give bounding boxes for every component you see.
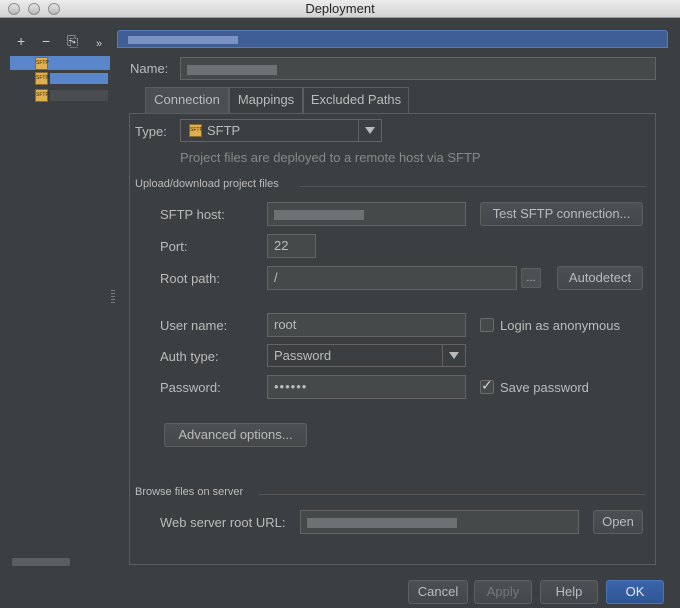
server-list-item[interactable]: SFTP [10,71,110,86]
type-label: Type: [135,124,167,139]
window-title: Deployment [305,1,375,16]
type-dropdown[interactable]: SFTP SFTP [180,119,382,142]
user-name-label: User name: [160,318,228,333]
sftp-host-label: SFTP host: [160,207,225,222]
auth-type-dropdown[interactable]: Password [267,344,466,367]
section-divider [300,186,646,187]
help-button[interactable]: Help [540,580,598,604]
type-value: SFTP [207,123,241,138]
login-anonymous-label: Login as anonymous [500,318,620,333]
upload-section-title: Upload/download project files [135,178,279,190]
type-description: Project files are deployed to a remote h… [180,150,481,165]
name-label: Name: [130,61,169,76]
add-icon[interactable]: + [17,34,25,48]
password-field[interactable]: •••••• [267,375,466,399]
copy-icon[interactable]: ⎘ [67,34,78,48]
tab-excluded-paths[interactable]: Excluded Paths [303,87,409,113]
sftp-server-icon: SFTP [35,89,49,102]
port-label: Port: [160,239,188,254]
chevron-down-icon [442,345,465,366]
autodetect-button[interactable]: Autodetect [557,266,643,290]
window-titlebar: Deployment [0,0,680,18]
browse-root-path-button[interactable]: ... [521,268,541,288]
password-label: Password: [160,380,221,395]
horizontal-scrollbar[interactable] [12,558,70,566]
sftp-server-icon: SFTP [35,57,49,70]
tab-connection[interactable]: Connection [145,87,229,113]
save-password-checkbox[interactable] [480,377,494,394]
server-list[interactable]: SFTP SFTP SFTP [10,56,110,568]
browse-section-title: Browse files on server [135,486,244,498]
cancel-button[interactable]: Cancel [408,580,468,604]
name-field[interactable] [180,57,656,80]
user-name-field[interactable]: root [267,313,466,337]
sftp-host-field[interactable] [267,202,466,226]
ok-button[interactable]: OK [606,580,664,604]
selected-server-header [117,30,668,48]
chevron-down-icon [358,120,381,141]
sftp-server-icon: SFTP [35,72,49,85]
open-button[interactable]: Open [593,510,643,534]
advanced-options-button[interactable]: Advanced options... [164,423,307,447]
splitter-handle[interactable] [111,290,115,304]
more-icon[interactable]: » [96,37,102,51]
login-anonymous-checkbox[interactable] [480,318,494,332]
remove-icon[interactable]: − [42,34,50,48]
root-path-label: Root path: [160,271,220,286]
test-connection-button[interactable]: Test SFTP connection... [480,202,643,226]
web-root-url-label: Web server root URL: [160,515,286,530]
root-path-field[interactable]: / [267,266,517,290]
port-field[interactable]: 22 [267,234,316,258]
server-list-item[interactable]: SFTP [10,56,110,71]
auth-type-label: Auth type: [160,349,219,364]
web-root-url-field[interactable] [300,510,579,534]
tab-mappings[interactable]: Mappings [229,87,303,113]
save-password-label: Save password [500,380,589,395]
apply-button[interactable]: Apply [474,580,532,604]
section-divider [258,494,646,495]
server-list-item[interactable]: SFTP [10,88,110,103]
auth-type-value: Password [274,348,332,363]
sftp-icon: SFTP [189,124,203,137]
